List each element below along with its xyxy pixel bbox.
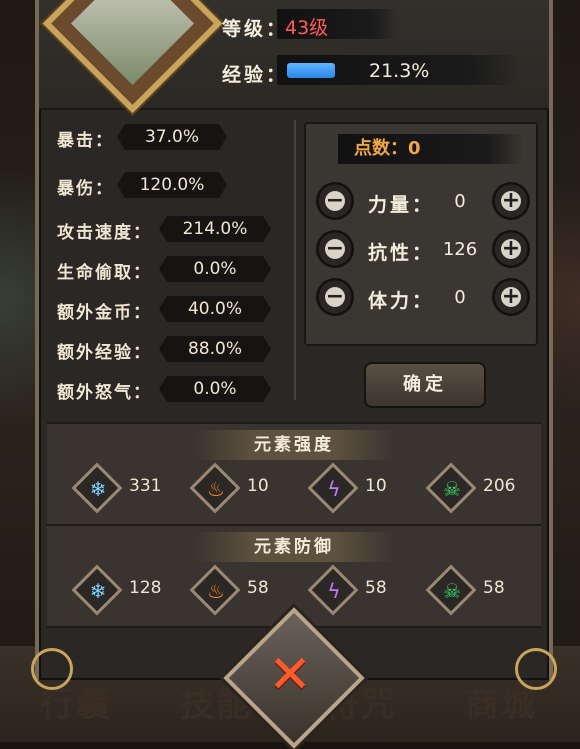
strength-fire-value: 10	[247, 476, 269, 496]
fire-icon: ♨	[207, 477, 225, 501]
confirm-button[interactable]: 确定	[364, 362, 486, 408]
corner-ornament-right	[515, 648, 557, 690]
resistance-plus-button[interactable]: +	[492, 230, 530, 268]
stamina-minus-button[interactable]: −	[316, 278, 354, 316]
stats-divider	[294, 120, 296, 400]
stat-goldbonus-value: 40.0%	[159, 296, 271, 322]
stat-lifesteal-value: 0.0%	[159, 256, 271, 282]
character-stats-panel: 等级： 43级 经验： 21.3% 暴击： 37.0% 暴伤： 120.0% 攻…	[31, 0, 557, 690]
resistance-label: 抗性：	[368, 242, 435, 264]
stamina-plus-button[interactable]: +	[492, 278, 530, 316]
character-avatar	[42, 0, 223, 114]
resistance-value: 126	[442, 239, 478, 260]
defense-lightning-value: 58	[365, 578, 387, 598]
strength-value: 0	[454, 191, 466, 212]
snowflake-icon: ❄	[89, 477, 107, 501]
resistance-minus-button[interactable]: −	[316, 230, 354, 268]
defense-poison-value: 58	[483, 578, 505, 598]
corner-ornament-left	[31, 648, 73, 690]
stat-ragebonus-value: 0.0%	[159, 376, 271, 402]
stat-expbonus-value: 88.0%	[159, 336, 271, 362]
strength-plus-button[interactable]: +	[492, 182, 530, 220]
skull-icon: ☠	[443, 477, 461, 501]
stat-attackspeed-value: 214.0%	[159, 216, 271, 242]
stamina-label: 体力：	[368, 290, 435, 312]
exp-progress-fill	[287, 63, 335, 78]
lightning-icon: ϟ	[327, 477, 341, 501]
skull-icon: ☠	[443, 579, 461, 603]
defense-fire-value: 58	[247, 578, 269, 598]
stat-goldbonus-label: 额外金币：	[57, 303, 152, 323]
element-strength-title: 元素强度	[194, 430, 394, 460]
points-value: 0	[408, 138, 421, 159]
stat-crit-label: 暴击：	[57, 131, 114, 151]
stat-critdmg-value: 120.0%	[117, 172, 227, 198]
points-label: 点数：	[354, 138, 408, 159]
snowflake-icon: ❄	[89, 579, 107, 603]
stat-lifesteal-label: 生命偷取：	[57, 263, 152, 283]
strength-ice-value: 331	[129, 476, 162, 496]
element-strength-section: 元素强度 ❄ 331 ♨ 10 ϟ 10 ☠ 206	[47, 422, 541, 526]
stat-critdmg-label: 暴伤：	[57, 179, 114, 199]
strength-minus-button[interactable]: −	[316, 182, 354, 220]
stat-crit-value: 37.0%	[117, 124, 227, 150]
attribute-points-box: 点数：0 − 力量： 0 + − 抗性： 126 + − 体力： 0 +	[304, 122, 538, 346]
fire-icon: ♨	[207, 579, 225, 603]
strength-lightning-value: 10	[365, 476, 387, 496]
exp-percent: 21.3%	[369, 60, 430, 82]
strength-poison-value: 206	[483, 476, 516, 496]
stats-section: 暴击： 37.0% 暴伤： 120.0% 攻击速度： 214.0% 生命偷取： …	[39, 110, 549, 420]
element-defense-title: 元素防御	[194, 532, 394, 562]
level-value: 43级	[285, 17, 329, 39]
stat-attackspeed-label: 攻击速度：	[57, 223, 152, 243]
close-button[interactable]: ✕	[265, 649, 315, 701]
character-header: 等级： 43级 经验： 21.3%	[39, 0, 549, 114]
stat-ragebonus-label: 额外怒气：	[57, 383, 152, 403]
stamina-value: 0	[454, 287, 466, 308]
points-display: 点数：0	[338, 134, 524, 164]
lightning-icon: ϟ	[327, 579, 341, 603]
strength-label: 力量：	[368, 194, 435, 216]
stat-expbonus-label: 额外经验：	[57, 343, 152, 363]
defense-ice-value: 128	[129, 578, 162, 598]
